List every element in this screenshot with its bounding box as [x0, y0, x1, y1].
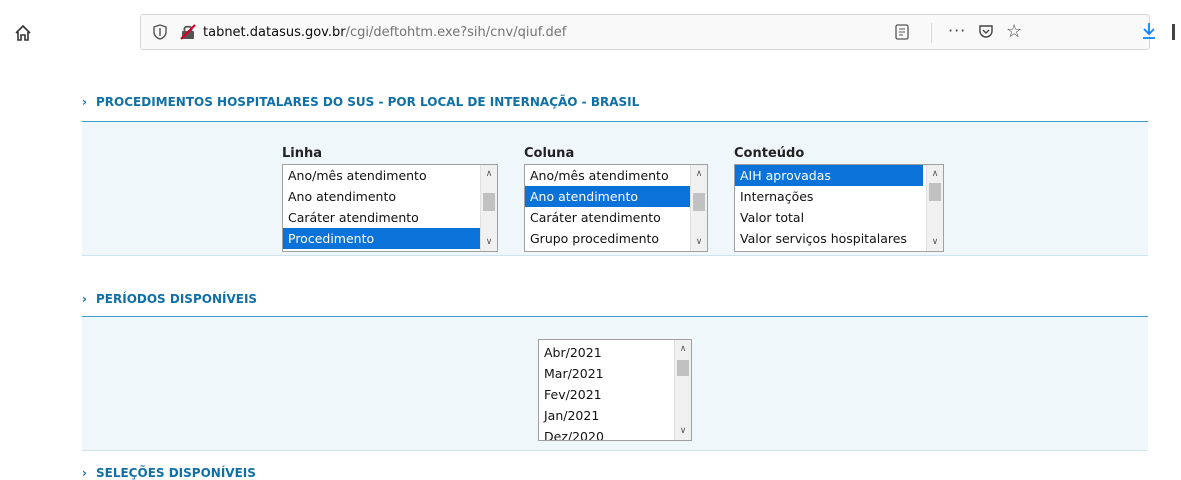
chevron-right-icon: › — [82, 292, 87, 306]
scroll-thumb[interactable] — [929, 183, 941, 201]
scroll-down-icon[interactable]: ∨ — [927, 234, 943, 250]
coluna-label: Coluna — [524, 146, 575, 161]
bookmark-star-icon[interactable]: ☆ — [1006, 21, 1022, 42]
tracking-shield-icon[interactable] — [153, 24, 167, 40]
scroll-thumb[interactable] — [693, 193, 705, 211]
conteudo-select[interactable]: AIH aprovadas Internações Valor total Va… — [734, 164, 944, 252]
conteudo-option[interactable]: Valor serviços hospitalares — [735, 228, 943, 249]
coluna-option-selected[interactable]: Ano atendimento — [525, 186, 707, 207]
linha-option-selected[interactable]: Procedimento — [283, 228, 497, 249]
library-icon[interactable] — [1172, 24, 1175, 40]
conteudo-scrollbar[interactable]: ∧ ∨ — [926, 165, 943, 251]
scroll-up-icon[interactable]: ∧ — [481, 166, 497, 182]
home-icon[interactable] — [14, 24, 32, 42]
download-icon[interactable] — [1141, 22, 1157, 40]
browser-toolbar: tabnet.datasus.gov.br/cgi/deftohtm.exe?s… — [0, 0, 1181, 70]
periodo-option[interactable]: Fev/2021 — [539, 384, 691, 405]
scroll-up-icon[interactable]: ∧ — [927, 166, 943, 182]
periodo-option[interactable]: Jan/2021 — [539, 405, 691, 426]
main-title-text: PROCEDIMENTOS HOSPITALARES DO SUS - POR … — [96, 95, 640, 109]
url-text[interactable]: tabnet.datasus.gov.br/cgi/deftohtm.exe?s… — [203, 25, 566, 40]
scroll-thumb[interactable] — [483, 193, 495, 211]
coluna-option[interactable]: Ano/mês atendimento — [525, 165, 707, 186]
chevron-right-icon: › — [82, 466, 87, 480]
periodo-option[interactable]: Mar/2021 — [539, 363, 691, 384]
coluna-option[interactable]: Grupo procedimento — [525, 228, 707, 249]
coluna-scrollbar[interactable]: ∧ ∨ — [690, 165, 707, 251]
coluna-option[interactable]: Caráter atendimento — [525, 207, 707, 228]
url-separator — [931, 23, 932, 43]
selections-title-text: SELEÇÕES DISPONÍVEIS — [96, 466, 256, 480]
scroll-down-icon[interactable]: ∨ — [691, 234, 707, 250]
url-path: /cgi/deftohtm.exe?sih/cnv/qiuf.def — [345, 25, 567, 40]
section-title-procedimentos: › PROCEDIMENTOS HOSPITALARES DO SUS - POR… — [82, 95, 639, 109]
linha-label: Linha — [282, 146, 323, 161]
coluna-select[interactable]: Ano/mês atendimento Ano atendimento Cará… — [524, 164, 708, 252]
scroll-thumb[interactable] — [677, 360, 689, 376]
conteudo-label: Conteúdo — [734, 146, 805, 161]
periods-title-text: PERÍODOS DISPONÍVEIS — [96, 292, 258, 306]
linha-option[interactable]: Caráter atendimento — [283, 207, 497, 228]
chevron-right-icon: › — [82, 95, 87, 109]
url-host: tabnet.datasus.gov.br — [203, 25, 346, 40]
scroll-up-icon[interactable]: ∧ — [691, 166, 707, 182]
conteudo-option-selected[interactable]: AIH aprovadas — [735, 165, 923, 186]
panel-linha-coluna-conteudo: Linha Ano/mês atendimento Ano atendiment… — [82, 122, 1148, 256]
linha-option[interactable]: Ano/mês atendimento — [283, 165, 497, 186]
section-title-periodos: › PERÍODOS DISPONÍVEIS — [82, 292, 257, 306]
scroll-down-icon[interactable]: ∨ — [481, 234, 497, 250]
periodos-select[interactable]: Abr/2021 Mar/2021 Fev/2021 Jan/2021 Dez/… — [538, 339, 692, 441]
insecure-lock-icon[interactable] — [179, 23, 197, 41]
pocket-icon[interactable] — [978, 23, 994, 39]
scroll-down-icon[interactable]: ∨ — [675, 423, 691, 439]
scroll-up-icon[interactable]: ∧ — [675, 341, 691, 357]
url-bar[interactable]: tabnet.datasus.gov.br/cgi/deftohtm.exe?s… — [140, 14, 1150, 50]
panel-periodos: Abr/2021 Mar/2021 Fev/2021 Jan/2021 Dez/… — [82, 317, 1148, 451]
periodo-option[interactable]: Dez/2020 — [539, 426, 691, 440]
conteudo-option[interactable]: Valor total — [735, 207, 943, 228]
linha-option[interactable]: Ano atendimento — [283, 186, 497, 207]
periodo-option[interactable]: Abr/2021 — [539, 342, 691, 363]
conteudo-option[interactable]: Internações — [735, 186, 943, 207]
periodos-scrollbar[interactable]: ∧ ∨ — [674, 340, 691, 440]
section-title-selecoes: › SELEÇÕES DISPONÍVEIS — [82, 466, 256, 480]
page-actions-icon[interactable]: ··· — [948, 21, 966, 40]
reader-view-icon[interactable] — [895, 24, 909, 40]
linha-scrollbar[interactable]: ∧ ∨ — [480, 165, 497, 251]
linha-select[interactable]: Ano/mês atendimento Ano atendimento Cará… — [282, 164, 498, 252]
